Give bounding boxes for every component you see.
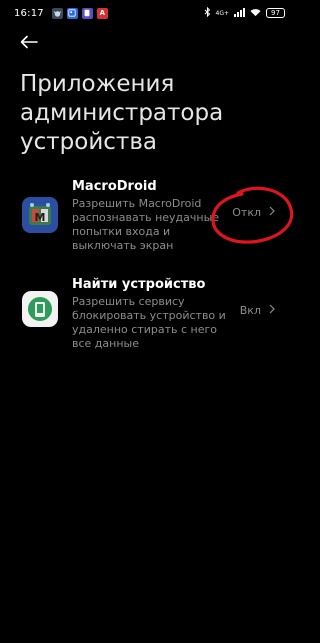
- battery-icon: 97: [266, 8, 285, 18]
- back-button[interactable]: [20, 33, 44, 53]
- app-description: Разрешить MacroDroid распознавать неудач…: [72, 197, 220, 252]
- item-text: MacroDroid Разрешить MacroDroid распозна…: [72, 178, 230, 253]
- app-name: Найти устройство: [72, 277, 206, 292]
- list-item-macrodroid[interactable]: M MacroDroid Разрешить MacroDroid распоз…: [0, 176, 297, 256]
- notification-icons: A: [51, 7, 108, 19]
- gallery-icon: [66, 7, 78, 19]
- list-item-find-device[interactable]: Найти устройство Разрешить сервису блоки…: [0, 275, 297, 355]
- status-toggle[interactable]: Вкл: [240, 304, 275, 317]
- chevron-right-icon: [269, 206, 275, 219]
- app-description: Разрешить сервису блокировать устройство…: [72, 295, 226, 350]
- battery-level: 97: [271, 8, 280, 17]
- signal-text: 4G+: [215, 9, 230, 17]
- system-status-icons: 4G+ 97: [204, 6, 285, 19]
- status-toggle[interactable]: Откл: [232, 206, 275, 219]
- device-icon: [81, 7, 93, 19]
- find-device-icon: [22, 291, 58, 327]
- status-label: Откл: [232, 206, 261, 219]
- bluetooth-icon: [204, 6, 211, 19]
- status-time: 16:17: [14, 7, 44, 19]
- signal-icon: [234, 7, 245, 19]
- wifi-icon: [250, 8, 261, 19]
- arrow-left-icon: [20, 34, 38, 53]
- bug-app-icon: [51, 7, 63, 19]
- app-name: MacroDroid: [72, 179, 157, 194]
- page-title: Приложения администратора устройства: [20, 71, 224, 155]
- macrodroid-icon: M: [22, 197, 58, 233]
- item-text: Найти устройство Разрешить сервису блоки…: [72, 276, 230, 351]
- status-bar: 16:17 A 4G+ 97: [0, 0, 297, 26]
- red-app-icon: A: [96, 7, 108, 19]
- status-label: Вкл: [239, 304, 261, 317]
- chevron-right-icon: [269, 304, 275, 317]
- svg-text:M: M: [35, 211, 46, 224]
